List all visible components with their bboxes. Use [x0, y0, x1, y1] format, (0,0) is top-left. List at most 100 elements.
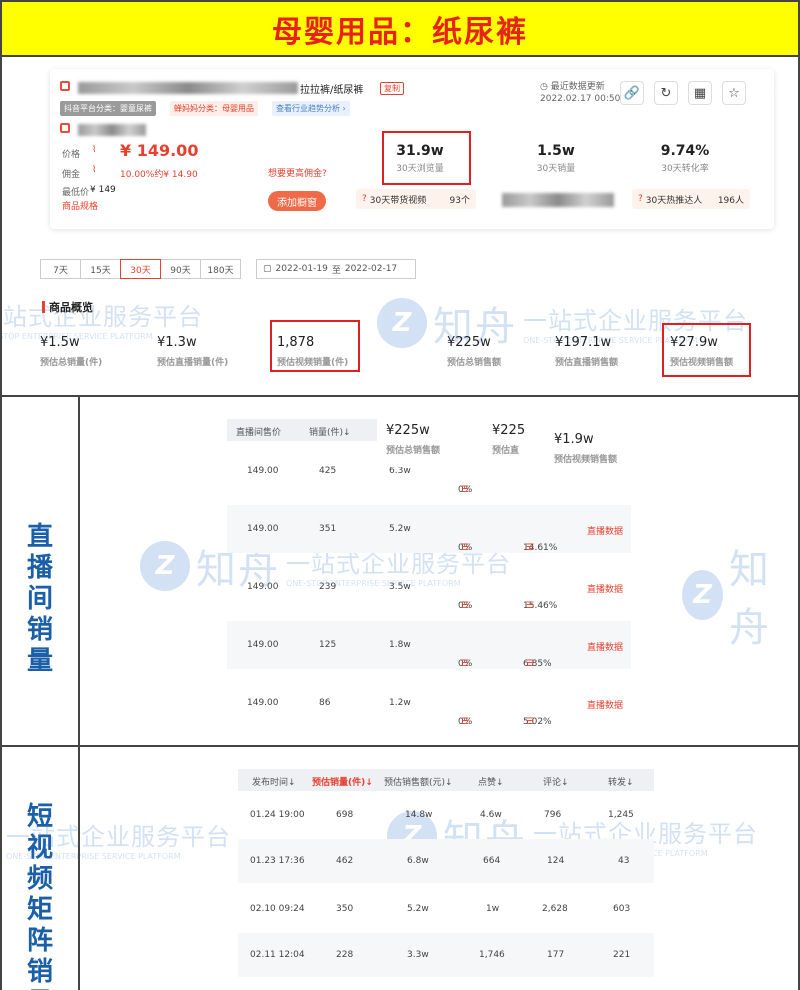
overview-value: ¥1.5w	[40, 335, 80, 350]
highlight-box	[382, 131, 471, 185]
side-label-column: 直播间销量	[2, 397, 80, 745]
question-icon: ?	[362, 194, 367, 204]
blurred-info	[502, 193, 614, 207]
live-data-link[interactable]: 直播数据	[587, 640, 623, 653]
min-price-value: ¥ 149	[90, 185, 116, 195]
trend-chart-icon[interactable]: ⌇	[92, 165, 96, 175]
higher-commission-link[interactable]: 想要更高佣金?	[268, 166, 327, 179]
overview-value: ¥1.3w	[157, 335, 197, 350]
blurred-product-name	[78, 82, 298, 94]
overview-value: ¥225w	[447, 335, 491, 350]
col-header[interactable]: 发布时间↓	[252, 775, 296, 788]
live-room-sales-section: 直播间销量 Z 知舟 一站式企业服务平台 ONE-STOP ENTERPRISE …	[0, 397, 800, 747]
overview-label: 预估直播销售额	[555, 358, 619, 368]
price-value: ¥ 149.00	[120, 141, 199, 160]
watermark-logo-icon: Z	[377, 298, 427, 348]
video-table-header: 发布时间↓ 预估销量(件)↓ 预估销售额(元)↓ 点赞↓ 评论↓ 转发↓	[238, 769, 654, 791]
bars-icon: ☰	[526, 601, 535, 611]
stat-label: 30天转化率	[661, 164, 709, 174]
star-icon[interactable]: ☆	[722, 81, 746, 105]
table-row: 02.11 12:04 228 3.3w 1,746 177 221	[238, 933, 654, 977]
title-banner: 母婴用品：纸尿裤	[0, 0, 800, 57]
tab-7d[interactable]: 7天	[40, 259, 81, 279]
add-to-showcase-button[interactable]: 添加橱窗	[268, 191, 326, 211]
question-icon: ?	[638, 194, 643, 204]
copy-button[interactable]: 复制	[380, 82, 404, 95]
update-label: ◷ 最近数据更新	[540, 82, 605, 92]
highlight-box	[270, 320, 360, 372]
tab-90d[interactable]: 90天	[160, 259, 201, 279]
spec-link[interactable]: 商品规格	[62, 199, 98, 212]
shop-icon	[60, 123, 70, 133]
bars-icon: ☰	[461, 485, 470, 495]
bars-icon: ☰	[461, 601, 470, 611]
col-header[interactable]: 预估销量(件)↓	[312, 775, 373, 788]
qrcode-icon[interactable]: ▦	[688, 81, 712, 105]
shop-icon	[60, 81, 70, 91]
live-table-header: 直播间售价 销量(件)↓	[227, 419, 377, 441]
update-time: 2022.02.17 00:50	[540, 94, 621, 104]
table-row: 149.00 125 1.8w 0% ☰ 6.85% ☰ 直播数据	[227, 621, 631, 669]
min-price-label: 最低价	[62, 188, 90, 198]
mom-category-tag: 蝉妈妈分类：母婴用品	[170, 101, 258, 116]
col-header[interactable]: 销量(件)↓	[309, 425, 351, 438]
link-icon[interactable]: 🔗	[620, 81, 644, 105]
date-range-picker[interactable]: ▢ 2022-01-19 至 2022-02-17	[256, 259, 416, 279]
tab-30d[interactable]: 30天	[120, 259, 161, 279]
side-label-live: 直播间销量	[26, 522, 53, 676]
date-tabs: 7天 15天 30天 90天 180天	[40, 259, 241, 279]
product-overview-section: Z Z 知舟 一站式企业服务平台ONE-STOP ENTERPRISE SERV…	[0, 57, 800, 397]
table-row: 02.10 09:24 350 5.2w 1w 2,628 603	[250, 904, 631, 914]
table-row: 149.00 86 1.2w 0% ☰ 5.02% ☰ 直播数据	[247, 698, 624, 727]
side-label-column: 短视频矩阵销量	[2, 747, 80, 990]
bars-icon: ☰	[461, 659, 470, 669]
overview-label: 预估总销售额	[447, 358, 502, 368]
banner-title: 母婴用品：纸尿裤	[272, 14, 528, 50]
price-label: 价格	[62, 150, 81, 160]
table-row: 149.00 239 3.5w 0% ☰ 15.46% ☰ 直播数据	[247, 582, 624, 611]
watermark-logo-icon: Z	[140, 541, 190, 591]
bars-icon: ☰	[526, 543, 535, 553]
stat-value: 1.5w	[537, 143, 575, 159]
col-header[interactable]: 转发↓	[608, 775, 634, 788]
calendar-icon: ▢	[263, 264, 272, 274]
table-row: 01.23 17:36 462 6.8w 664 124 43	[238, 839, 654, 883]
overview-label: 预估总销量(件)	[40, 358, 103, 368]
watermark: Z 知舟	[682, 537, 798, 653]
table-row: 01.24 19:00 698 14.8w 4.6w 796 1,245	[250, 810, 634, 820]
col-header[interactable]: 评论↓	[543, 775, 569, 788]
watermark-logo-icon: Z	[682, 570, 724, 620]
trend-chart-icon[interactable]: ⌇	[92, 145, 96, 155]
bars-icon: ☰	[461, 543, 470, 553]
commission-value: 10.00%约¥ 14.90	[120, 170, 198, 180]
refresh-icon[interactable]: ↻	[654, 81, 678, 105]
col-header[interactable]: 直播间售价	[236, 425, 281, 438]
live-data-link[interactable]: 直播数据	[587, 524, 623, 537]
overview-title: 商品概览	[42, 299, 93, 315]
col-header[interactable]: 点赞↓	[478, 775, 504, 788]
page-root: 母婴用品：纸尿裤 Z Z 知舟 一站式企业服务平台ONE-STOP ENTERP…	[0, 0, 800, 990]
overlay-fragment: ¥225w 预估总销售额 ¥225 预估直 ¥1.9w 预估视频销售额	[380, 415, 630, 467]
influencer-count-pill[interactable]: ? 30天热推达人 196人	[632, 189, 750, 209]
live-data-link[interactable]: 直播数据	[587, 698, 623, 711]
tab-15d[interactable]: 15天	[80, 259, 121, 279]
product-name-suffix: 拉拉裤/纸尿裤	[300, 85, 364, 96]
stat-value: 9.74%	[660, 143, 710, 159]
commission-label: 佣金	[62, 170, 81, 180]
col-header[interactable]: 预估销售额(元)↓	[384, 775, 453, 788]
bars-icon: ☰	[461, 717, 470, 727]
tab-180d[interactable]: 180天	[200, 259, 241, 279]
stat-label: 30天销量	[536, 164, 576, 174]
bars-icon: ☰	[526, 717, 535, 727]
clock-icon: ◷	[540, 82, 551, 92]
live-data-link[interactable]: 直播数据	[587, 582, 623, 595]
side-label-video: 短视频矩阵销量	[26, 802, 53, 990]
bars-icon: ☰	[526, 659, 535, 669]
table-row: 149.00 351 5.2w 0% ☰ 14.61% ☰ 直播数据	[227, 505, 631, 553]
video-matrix-sales-section: 短视频矩阵销量 Z 知舟 一站式企业服务平台ONE-STOP ENTERPRIS…	[0, 747, 800, 990]
highlight-box	[662, 323, 751, 377]
video-count-pill[interactable]: ? 30天带货视频 93个	[356, 189, 476, 209]
overview-value: ¥197.1w	[555, 335, 612, 350]
trend-analysis-link[interactable]: 查看行业趋势分析 ›	[272, 101, 350, 116]
overview-label: 预估直播销量(件)	[157, 358, 229, 368]
